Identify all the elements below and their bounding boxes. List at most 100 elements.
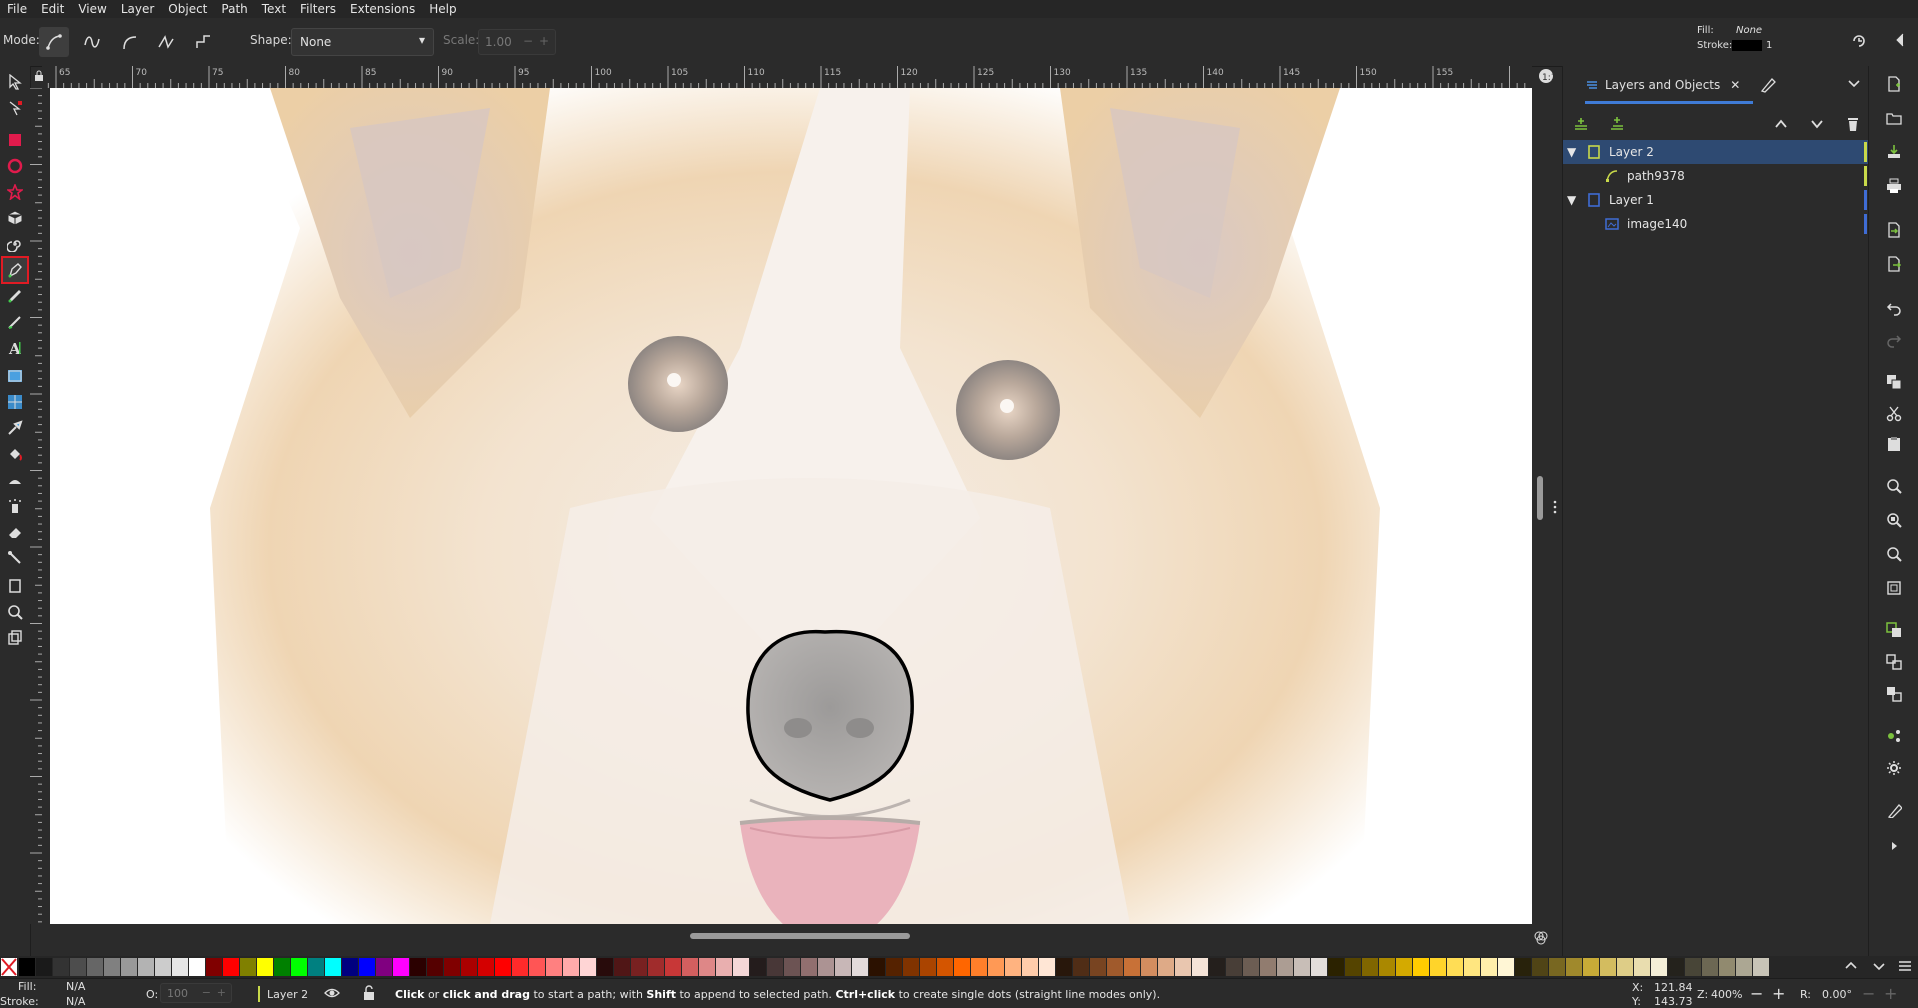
pencil-tool-icon[interactable] xyxy=(3,284,27,308)
color-swatch[interactable] xyxy=(240,958,256,976)
redo-icon[interactable] xyxy=(1882,328,1906,352)
color-swatch[interactable] xyxy=(665,958,681,976)
color-swatch[interactable] xyxy=(1634,958,1650,976)
color-swatch[interactable] xyxy=(1668,958,1684,976)
color-swatch[interactable] xyxy=(631,958,647,976)
expand-bar-icon[interactable] xyxy=(1882,834,1906,858)
menu-text[interactable]: Text xyxy=(255,2,293,16)
tweak-tool-icon[interactable] xyxy=(3,468,27,492)
menu-extensions[interactable]: Extensions xyxy=(343,2,422,16)
color-swatch[interactable] xyxy=(1736,958,1752,976)
fill-indicator-value[interactable]: None xyxy=(1736,25,1762,36)
measure-tool-icon[interactable] xyxy=(3,626,27,650)
color-swatch[interactable] xyxy=(1141,958,1157,976)
color-swatch[interactable] xyxy=(291,958,307,976)
tree-row-image140[interactable]: image140 xyxy=(1563,212,1869,236)
star-tool-icon[interactable] xyxy=(3,180,27,204)
color-swatch[interactable] xyxy=(274,958,290,976)
scale-spinbox[interactable]: 1.00 − + xyxy=(478,29,556,55)
color-swatch[interactable] xyxy=(223,958,239,976)
add-sublayer-icon[interactable] xyxy=(1609,116,1625,135)
color-swatch[interactable] xyxy=(342,958,358,976)
color-swatch[interactable] xyxy=(444,958,460,976)
panel-menu-chevron-icon[interactable] xyxy=(1847,76,1861,93)
color-swatch[interactable] xyxy=(1005,958,1021,976)
color-swatch[interactable] xyxy=(546,958,562,976)
color-swatch[interactable] xyxy=(733,958,749,976)
calligraphy-tool-icon[interactable] xyxy=(3,310,27,334)
move-down-icon[interactable] xyxy=(1809,116,1825,135)
color-swatch[interactable] xyxy=(920,958,936,976)
menu-object[interactable]: Object xyxy=(161,2,214,16)
bspline-mode-button[interactable] xyxy=(115,27,145,57)
3d-box-tool-icon[interactable] xyxy=(3,206,27,230)
color-swatch[interactable] xyxy=(1566,958,1582,976)
color-swatch[interactable] xyxy=(1090,958,1106,976)
spiro-mode-button[interactable] xyxy=(77,27,107,57)
color-swatch[interactable] xyxy=(1226,958,1242,976)
ungroup-icon[interactable] xyxy=(1882,650,1906,674)
horizontal-scrollbar[interactable] xyxy=(690,933,910,939)
color-swatch[interactable] xyxy=(325,958,341,976)
color-swatch[interactable] xyxy=(1328,958,1344,976)
color-swatch[interactable] xyxy=(614,958,630,976)
color-swatch[interactable] xyxy=(1056,958,1072,976)
stroke-width-value[interactable]: 1 xyxy=(1766,40,1772,51)
clone-icon[interactable] xyxy=(1882,682,1906,706)
menu-help[interactable]: Help xyxy=(422,2,463,16)
color-swatch[interactable] xyxy=(53,958,69,976)
color-swatch[interactable] xyxy=(1107,958,1123,976)
plus-icon[interactable]: + xyxy=(217,986,226,999)
color-swatch[interactable] xyxy=(1243,958,1259,976)
color-swatch[interactable] xyxy=(869,958,885,976)
collapse-right-icon[interactable] xyxy=(1892,31,1908,52)
tree-row-path9378[interactable]: path9378 xyxy=(1563,164,1869,188)
zoom-correction-icon[interactable]: 1:1 xyxy=(1538,68,1556,84)
zoom-tool-icon[interactable] xyxy=(3,600,27,624)
canvas[interactable] xyxy=(50,88,1532,924)
cut-icon[interactable] xyxy=(1882,402,1906,426)
menu-edit[interactable]: Edit xyxy=(34,2,71,16)
color-swatch[interactable] xyxy=(206,958,222,976)
save-document-icon[interactable] xyxy=(1882,140,1906,164)
color-swatch[interactable] xyxy=(852,958,868,976)
color-swatch[interactable] xyxy=(1753,958,1769,976)
status-fill-value[interactable]: N/A xyxy=(66,980,85,993)
color-swatch[interactable] xyxy=(1022,958,1038,976)
color-swatch[interactable] xyxy=(767,958,783,976)
vertical-scrollbar[interactable] xyxy=(1537,476,1543,520)
color-swatch[interactable] xyxy=(954,958,970,976)
menu-path[interactable]: Path xyxy=(214,2,254,16)
undo-icon[interactable] xyxy=(1882,296,1906,320)
color-swatch[interactable] xyxy=(1396,958,1412,976)
color-swatch[interactable] xyxy=(784,958,800,976)
dropper-tool-icon[interactable] xyxy=(3,416,27,440)
connector-tool-icon[interactable] xyxy=(3,546,27,570)
color-swatch[interactable] xyxy=(87,958,103,976)
color-swatch[interactable] xyxy=(529,958,545,976)
zoom-in-icon[interactable]: + xyxy=(1772,984,1785,1003)
panel-handle-icon[interactable] xyxy=(1553,500,1557,514)
color-swatch[interactable] xyxy=(359,958,375,976)
pages-tool-icon[interactable] xyxy=(3,574,27,598)
color-swatch[interactable] xyxy=(70,958,86,976)
add-layer-icon[interactable] xyxy=(1573,116,1589,135)
new-document-icon[interactable] xyxy=(1882,72,1906,96)
color-swatch[interactable] xyxy=(699,958,715,976)
layer-visibility-icon[interactable] xyxy=(324,986,340,1003)
color-swatch[interactable] xyxy=(682,958,698,976)
menu-view[interactable]: View xyxy=(71,2,113,16)
palette-scroll-up-icon[interactable] xyxy=(1844,959,1858,976)
color-swatch[interactable] xyxy=(648,958,664,976)
rotate-plus-icon[interactable]: + xyxy=(1884,984,1897,1003)
bezier-mode-button[interactable] xyxy=(39,27,69,57)
color-swatch[interactable] xyxy=(1413,958,1429,976)
paraxial-mode-button[interactable] xyxy=(188,27,218,57)
palette-menu-icon[interactable] xyxy=(1898,959,1912,976)
zoom-page-width-icon[interactable] xyxy=(1882,576,1906,600)
color-swatch[interactable] xyxy=(1430,958,1446,976)
selector-tool-icon[interactable] xyxy=(3,70,27,94)
paint-bucket-tool-icon[interactable] xyxy=(3,442,27,466)
xml-editor-icon[interactable] xyxy=(1882,724,1906,748)
pen-tool-icon[interactable] xyxy=(1,256,29,284)
